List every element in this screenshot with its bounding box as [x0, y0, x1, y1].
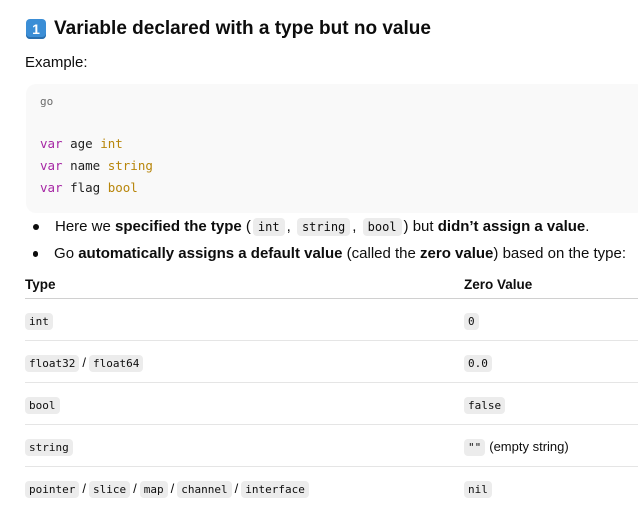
text-fragment: (: [241, 218, 251, 235]
zero-value-cell: 0: [464, 298, 638, 341]
code-identifier: name: [62, 158, 108, 173]
code-type: bool: [107, 180, 138, 195]
table-header-type: Type: [25, 270, 464, 299]
zero-value-code: 0.0: [464, 354, 492, 372]
table-row: int 0: [25, 298, 638, 341]
slash-separator: /: [234, 480, 239, 496]
text-fragment: Here we: [55, 218, 116, 235]
table-row: pointer / slice / map / channel / interface nil: [25, 467, 638, 509]
text-fragment: Go: [54, 245, 79, 262]
zero-value-cell: nil: [464, 467, 638, 509]
type-cell: string: [25, 424, 464, 467]
bullet-text: Go automatically assigns a default value…: [54, 245, 626, 262]
zero-value-code: nil: [464, 480, 492, 498]
code-language-label: go: [40, 95, 54, 108]
text-fragment: ,: [352, 218, 361, 235]
text-fragment: (called the: [342, 245, 421, 262]
text-fragment: ) but: [403, 218, 438, 235]
type-cell: float32/float64: [25, 340, 464, 383]
bullet-item: Go automatically assigns a default value…: [26, 245, 626, 262]
zero-value-cell: 0.0: [464, 340, 638, 383]
type-code: float32: [25, 354, 80, 372]
type-code: int: [25, 312, 53, 330]
type-cell: int: [25, 298, 464, 341]
bullet-item: Here we specified the type (int, string,…: [26, 218, 626, 236]
type-code: slice: [88, 480, 131, 498]
bold-text: automatically assigns a default value: [78, 245, 343, 262]
type-code: pointer: [25, 480, 80, 498]
type-code: float64: [88, 354, 144, 372]
inline-code: int: [252, 218, 285, 236]
bullet-dot-icon: [33, 223, 39, 230]
table-body: int 0 float32/float64 0.0 bool false string ""(…: [25, 298, 638, 509]
code-identifier: age: [62, 136, 101, 151]
text-fragment: ) based on the type:: [493, 245, 626, 262]
slash-separator: /: [82, 480, 86, 496]
type-code: map: [139, 480, 168, 498]
bullet-dot-icon: [33, 250, 39, 257]
code-keyword: var: [40, 158, 63, 173]
type-code: channel: [177, 480, 232, 498]
section-title: Variable declared with a type but no val…: [54, 18, 431, 39]
bold-text: specified the type: [115, 218, 242, 235]
inline-code: string: [296, 218, 351, 236]
slash-separator: /: [170, 480, 175, 496]
code-identifier: flag: [62, 180, 108, 195]
code-line: var age int: [40, 136, 123, 151]
zero-value-code: 0: [464, 312, 479, 330]
slash-separator: /: [82, 354, 86, 370]
zero-value-code: "": [464, 438, 486, 456]
code-keyword: var: [40, 180, 63, 195]
bullet-text: Here we specified the type (int, string,…: [55, 218, 590, 236]
code-line: var flag bool: [40, 180, 138, 195]
code-block: go var age int var name string var flag …: [26, 84, 638, 213]
type-code: string: [25, 438, 73, 456]
bold-text: didn’t assign a value: [437, 218, 586, 235]
slash-separator: /: [133, 480, 137, 496]
type-code: bool: [25, 396, 60, 414]
zero-value-table: Type Zero Value int 0 float32/float64 0.0 bo…: [25, 270, 638, 508]
table-row: bool false: [25, 382, 638, 425]
bold-text: zero value: [420, 245, 494, 262]
zero-value-code: false: [464, 396, 506, 414]
zero-value-cell: "" (empty string): [464, 424, 638, 467]
table-row: string "" (empty string): [25, 424, 638, 467]
inline-code: bool: [362, 218, 402, 236]
table-header-row: Type Zero Value: [25, 270, 638, 299]
code-keyword: var: [40, 136, 63, 151]
example-label: Example:: [25, 54, 88, 71]
text-fragment: ,: [286, 218, 295, 235]
table-header-zero-value: Zero Value: [464, 270, 638, 299]
section-heading: 1 Variable declared with a type but no v…: [26, 17, 431, 41]
type-code: interface: [241, 480, 309, 498]
code-line: var name string: [40, 158, 153, 173]
type-cell: pointer / slice / map / channel / interface: [25, 467, 464, 509]
zero-value-cell: false: [464, 382, 638, 425]
keycap-number-icon: 1: [26, 19, 46, 39]
type-cell: bool: [25, 382, 464, 425]
text-fragment: .: [585, 218, 590, 235]
code-type: string: [107, 158, 153, 173]
code-type: int: [100, 136, 123, 151]
table-row: float32/float64 0.0: [25, 340, 638, 383]
zero-value-note: (empty string): [489, 438, 569, 454]
